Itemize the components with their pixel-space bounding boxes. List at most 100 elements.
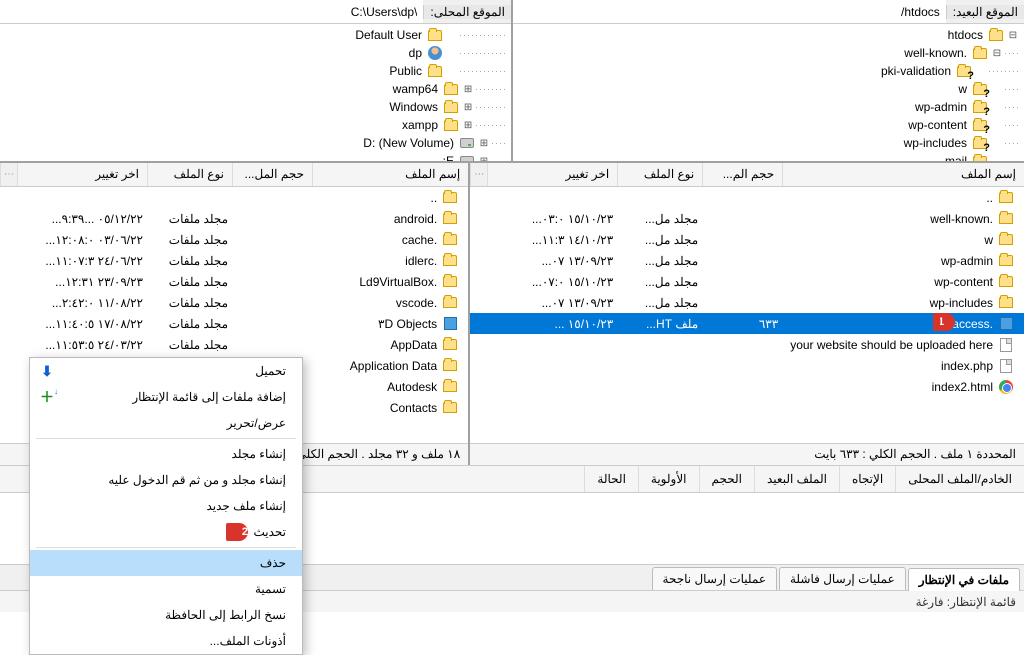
- local-site-label: الموقع المحلى:: [423, 5, 511, 19]
- file-size: ٦٣٣: [704, 317, 784, 331]
- file-time: ١٥/١٠/٢٣ ...: [489, 317, 619, 331]
- file-type: مجلد مل...: [619, 233, 704, 247]
- tree-branch: ····: [1004, 48, 1020, 58]
- folder-icon: [998, 253, 1014, 269]
- tree-item[interactable]: htdocs⊟: [513, 26, 1024, 44]
- list-row[interactable]: ..: [0, 187, 468, 208]
- remote-tree[interactable]: htdocs⊟well-known.⊟····pki-validation···…: [513, 24, 1024, 161]
- file-time: ٠٥/١٢/٢٢ ...٩:٣٩...: [19, 212, 149, 226]
- list-row[interactable]: Ld9VirtualBox.مجلد ملفات٢٣/٠٩/٢٣ ١٢:٣١..…: [0, 271, 468, 292]
- queue-header[interactable]: الحالة: [584, 466, 637, 492]
- tree-toggle-icon[interactable]: ⊞: [461, 100, 475, 114]
- list-row[interactable]: wمجلد مل...١٤/١٠/٢٣ ١١:٣...: [470, 229, 1024, 250]
- list-row[interactable]: your website should be uploaded here: [470, 334, 1024, 355]
- queue-header[interactable]: الحجم: [699, 466, 754, 492]
- folder-icon: [443, 117, 459, 133]
- queue-header[interactable]: الإتجاه: [839, 466, 895, 492]
- list-row[interactable]: AppDataمجلد ملفات٢٤/٠٣/٢٢ ١١:٥٣:٥...: [0, 334, 468, 355]
- queue-header[interactable]: الملف البعيد: [754, 466, 839, 492]
- tab[interactable]: ملفات في الإنتظار: [908, 568, 1020, 591]
- tree-item[interactable]: wamp64⊞········: [0, 80, 511, 98]
- tree-item[interactable]: wp-includes····: [513, 134, 1024, 152]
- list-row[interactable]: wp-includesمجلد مل...١٣/٠٩/٢٣ ٠٧...: [470, 292, 1024, 313]
- tree-item[interactable]: :E⊞····: [0, 152, 511, 161]
- tree-item[interactable]: w····: [513, 80, 1024, 98]
- menu-item[interactable]: إنشاء مجلد و من ثم قم الدخول عليه: [30, 467, 302, 493]
- menu-item[interactable]: إنشاء ملف جديد: [30, 493, 302, 519]
- menu-item[interactable]: نسخ الرابط إلى الحافظة: [30, 602, 302, 628]
- col-type[interactable]: نوع الملف: [147, 163, 232, 186]
- file-type: مجلد مل...: [619, 212, 704, 226]
- menu-item[interactable]: تحميل⬇: [30, 358, 302, 384]
- local-headers: إسم الملف حجم المل... نوع الملف اخر تغيي…: [0, 163, 468, 187]
- tab[interactable]: عمليات إرسال ناجحة: [652, 567, 777, 590]
- queue-header[interactable]: الخادم/الملف المحلى: [895, 466, 1024, 492]
- col-type[interactable]: نوع الملف: [617, 163, 702, 186]
- tree-item[interactable]: Default User············: [0, 26, 511, 44]
- menu-item[interactable]: إنشاء مجلد: [30, 441, 302, 467]
- tree-toggle-icon[interactable]: ⊟: [990, 46, 1004, 60]
- menu-item[interactable]: تحديث: [30, 519, 302, 545]
- col-name[interactable]: إسم الملف: [782, 163, 1024, 186]
- tree-branch: ····: [1004, 102, 1020, 112]
- folder-icon: [442, 337, 458, 353]
- tree-item[interactable]: well-known.⊟····: [513, 44, 1024, 62]
- list-row[interactable]: index2.html: [470, 376, 1024, 397]
- col-time[interactable]: اخر تغيير: [487, 163, 617, 186]
- tree-item[interactable]: pki-validation········: [513, 62, 1024, 80]
- file-icon: [998, 337, 1014, 353]
- tree-branch: ····: [1004, 84, 1020, 94]
- menu-item[interactable]: حذف: [30, 550, 302, 576]
- tree-item[interactable]: Public············: [0, 62, 511, 80]
- menu-item[interactable]: إضافة ملفات إلى قائمة الإنتظار＋: [30, 384, 302, 410]
- list-row[interactable]: wp-adminمجلد مل...١٣/٠٩/٢٣ ٠٧...: [470, 250, 1024, 271]
- col-size[interactable]: حجم المل...: [232, 163, 312, 186]
- local-tree[interactable]: Default User············dp············Pu…: [0, 24, 511, 161]
- file-name: idlerc.: [405, 254, 437, 268]
- list-row[interactable]: well-known.مجلد مل...١٥/١٠/٢٣ ٠٣:٠...: [470, 208, 1024, 229]
- menu-item[interactable]: تسمية: [30, 576, 302, 602]
- col-time[interactable]: اخر تغيير: [17, 163, 147, 186]
- drive-icon: [459, 153, 475, 161]
- tree-item[interactable]: D: (New Volume)⊞····: [0, 134, 511, 152]
- file-name: Application Data: [350, 359, 437, 373]
- tree-toggle-icon[interactable]: ⊟: [1006, 28, 1020, 42]
- folder-icon: [442, 379, 458, 395]
- tree-item[interactable]: wp-content····: [513, 116, 1024, 134]
- list-row[interactable]: index.php: [470, 355, 1024, 376]
- tree-item[interactable]: wp-admin····: [513, 98, 1024, 116]
- tree-item[interactable]: dp············: [0, 44, 511, 62]
- tree-label: Windows: [386, 100, 441, 114]
- tree-toggle-icon[interactable]: ⊞: [461, 118, 475, 132]
- tree-toggle-icon[interactable]: ⊞: [477, 154, 491, 161]
- list-row[interactable]: cache.مجلد ملفات٠٣/٠٦/٢٢ ١٢:٠٨:٠...: [0, 229, 468, 250]
- list-row[interactable]: android.مجلد ملفات٠٥/١٢/٢٢ ...٩:٣٩...: [0, 208, 468, 229]
- file-type: مجلد مل...: [619, 254, 704, 268]
- list-row[interactable]: ٣D Objectsمجلد ملفات١٧/٠٨/٢٢ ١١:٤٠:٥...: [0, 313, 468, 334]
- file-name: wp-includes: [930, 296, 993, 310]
- chrome-icon: [998, 379, 1014, 395]
- col-size[interactable]: حجم الم...: [702, 163, 782, 186]
- list-row[interactable]: ..: [470, 187, 1024, 208]
- tree-toggle-icon[interactable]: ⊞: [461, 82, 475, 96]
- tree-item[interactable]: xampp⊞········: [0, 116, 511, 134]
- queue-header[interactable]: الأولوية: [638, 466, 699, 492]
- folder-icon: [442, 274, 458, 290]
- file-name: android.: [394, 212, 437, 226]
- col-name[interactable]: إسم الملف: [312, 163, 468, 186]
- local-path-input[interactable]: [0, 0, 423, 23]
- list-row[interactable]: vscode.مجلد ملفات١١/٠٨/٢٢ ٢:٤٢:٠...: [0, 292, 468, 313]
- folder-icon: [442, 211, 458, 227]
- tab[interactable]: عمليات إرسال فاشلة: [779, 567, 906, 590]
- tree-label: xampp: [399, 118, 441, 132]
- menu-item[interactable]: عرض/تحرير: [30, 410, 302, 436]
- folder-unknown-icon: [972, 99, 988, 115]
- list-row[interactable]: idlerc.مجلد ملفات٢٤/٠٦/٢٢ ١١:٠٧:٣...: [0, 250, 468, 271]
- tree-branch: ····: [1004, 156, 1020, 161]
- list-row[interactable]: wp-contentمجلد مل...١٥/١٠/٢٣ ٠٧:٠...: [470, 271, 1024, 292]
- tree-toggle-icon[interactable]: ⊞: [477, 136, 491, 150]
- tree-item[interactable]: mail····: [513, 152, 1024, 161]
- menu-item[interactable]: أذونات الملف...: [30, 628, 302, 654]
- tree-item[interactable]: Windows⊞········: [0, 98, 511, 116]
- remote-path-input[interactable]: [513, 0, 946, 23]
